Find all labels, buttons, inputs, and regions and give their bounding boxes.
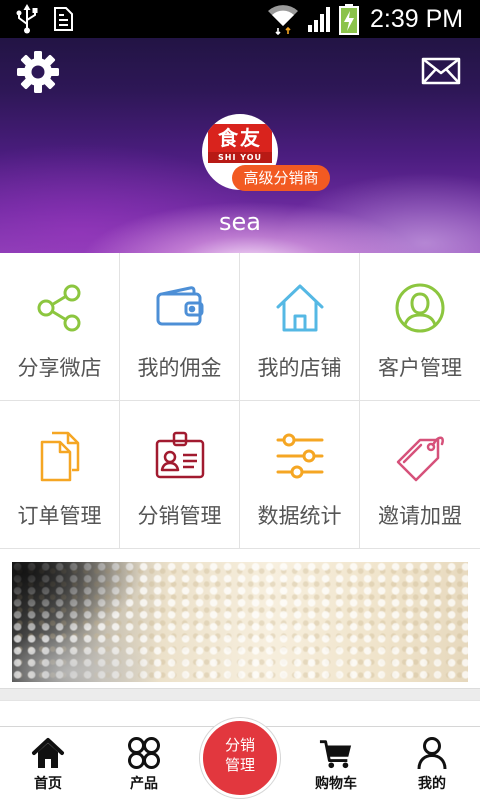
profile-header: 食友 SHI YOU 高级分销商 sea	[0, 38, 480, 253]
level-badge: 高级分销商	[232, 165, 330, 191]
wallet-icon	[156, 286, 204, 326]
logo-sub-text: SHI YOU	[208, 152, 272, 163]
nav-label: 首页	[34, 776, 62, 792]
status-time: 2:39 PM	[370, 5, 464, 33]
menu-item-label: 我的佣金	[137, 356, 222, 380]
nav-label: 购物车	[315, 776, 357, 792]
brand-logo: 食友 SHI YOU	[208, 124, 272, 164]
menu-item-label: 客户管理	[378, 356, 462, 380]
menu-item-label: 邀请加盟	[378, 504, 462, 528]
menu-item-share-shop[interactable]: 分享微店	[0, 253, 120, 401]
distribution-manage-button[interactable]: 分销 管理	[200, 718, 280, 798]
tag-icon	[396, 436, 444, 482]
gear-icon	[17, 51, 59, 93]
menu-item-customer-management[interactable]: 客户管理	[360, 253, 480, 401]
settings-button[interactable]	[16, 50, 60, 94]
menu-item-invite-join[interactable]: 邀请加盟	[360, 401, 480, 549]
signal-icon	[308, 7, 330, 32]
menu-item-label: 分享微店	[17, 356, 102, 380]
menu-item-label: 数据统计	[257, 504, 342, 528]
grid-circles-icon	[128, 737, 160, 769]
username: sea	[219, 208, 261, 236]
wifi-icon	[268, 5, 298, 35]
envelope-icon	[421, 57, 461, 85]
nav-products[interactable]: 产品	[96, 727, 192, 800]
menu-grid: 分享微店 我的佣金 我的店铺 客户管理 订单管理 分销管理 数据统计 邀请加盟	[0, 253, 480, 549]
menu-item-label: 我的店铺	[257, 356, 342, 380]
usb-icon	[16, 4, 38, 34]
battery-charging-icon	[339, 4, 359, 35]
nav-label: 我的	[418, 776, 446, 792]
nav-cart[interactable]: 购物车	[288, 727, 384, 800]
app-screen: 2:39 PM 食友 SHI YOU 高级分销商 sea 分享微店 我的佣金 我…	[0, 0, 480, 800]
documents-icon	[40, 431, 80, 482]
logo-main-text: 食友	[208, 124, 272, 152]
notification-app-icon	[54, 7, 73, 31]
menu-item-data-statistics[interactable]: 数据统计	[240, 401, 360, 549]
cart-icon	[319, 740, 352, 769]
center-button-line-2: 管理	[224, 756, 255, 774]
user-circle-icon	[395, 283, 445, 333]
section-divider	[0, 688, 480, 701]
id-badge-icon	[155, 431, 205, 479]
menu-item-label: 订单管理	[17, 504, 102, 528]
house-icon	[276, 284, 324, 332]
person-icon	[417, 737, 447, 770]
menu-item-distribution-management[interactable]: 分销管理	[120, 401, 240, 549]
home-icon	[32, 738, 64, 768]
nav-home[interactable]: 首页	[0, 727, 96, 800]
menu-item-my-store[interactable]: 我的店铺	[240, 253, 360, 401]
share-icon	[37, 284, 81, 332]
menu-item-my-commission[interactable]: 我的佣金	[120, 253, 240, 401]
sliders-icon	[276, 433, 324, 479]
status-bar: 2:39 PM	[0, 0, 480, 38]
center-button-line-1: 分销	[224, 736, 255, 754]
banner-section	[0, 549, 480, 688]
nav-mine[interactable]: 我的	[384, 727, 480, 800]
nav-label: 产品	[130, 776, 158, 792]
menu-item-order-management[interactable]: 订单管理	[0, 401, 120, 549]
menu-item-label: 分销管理	[137, 504, 222, 528]
banner-image[interactable]	[12, 562, 468, 682]
messages-button[interactable]	[421, 57, 461, 85]
